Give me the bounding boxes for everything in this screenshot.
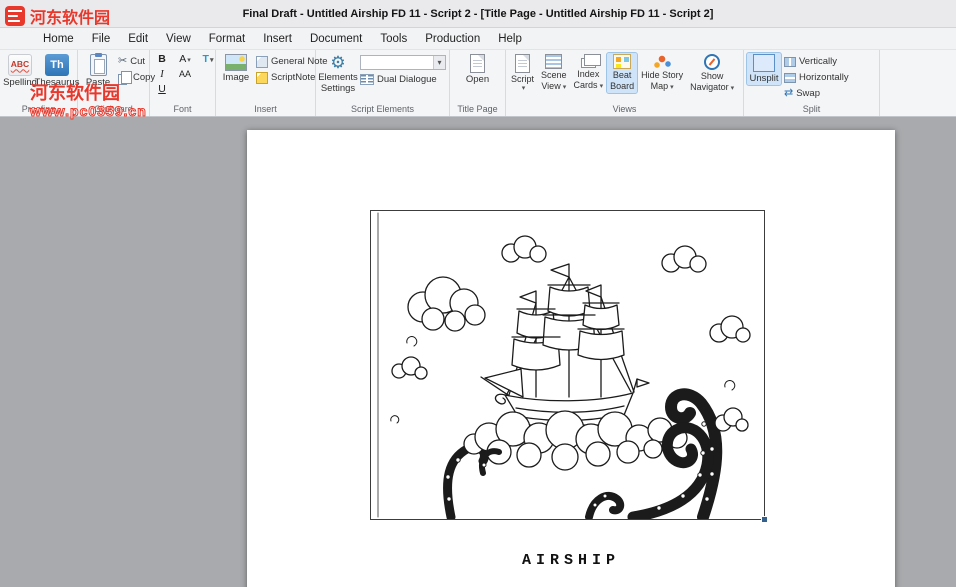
menu-production[interactable]: Production — [416, 33, 489, 45]
beat-board-button[interactable]: Beat Board — [607, 53, 637, 93]
group-label-font: Font — [150, 103, 215, 116]
menu-file[interactable]: File — [83, 33, 120, 45]
paste-icon — [90, 54, 107, 76]
script-title-text[interactable]: AIRSHIP — [247, 552, 895, 569]
font-size-button[interactable]: A — [176, 53, 194, 67]
open-title-page-button[interactable]: Open — [461, 53, 495, 86]
dropdown-arrow-icon: ▾ — [522, 85, 526, 93]
site-logo-icon — [5, 6, 25, 26]
site-name: 河东软件园 — [30, 84, 147, 104]
story-map-icon — [653, 54, 671, 69]
document-area[interactable]: AIRSHIP — [0, 117, 956, 587]
bold-button[interactable]: B — [153, 53, 171, 67]
general-note-icon — [256, 56, 268, 68]
dropdown-arrow-icon: ▾ — [731, 85, 735, 92]
menu-edit[interactable]: Edit — [119, 33, 157, 45]
group-label-title-page: Title Page — [450, 103, 505, 116]
text-color-button[interactable]: T — [199, 53, 217, 67]
menu-help[interactable]: Help — [489, 33, 531, 45]
ribbon-group-views: Script ▾ Scene View▾ Index Cards▾ Beat B… — [506, 50, 744, 116]
index-cards-icon — [581, 58, 596, 68]
hide-story-map-button[interactable]: Hide Story Map▾ — [638, 53, 686, 93]
change-case-button[interactable]: AA — [176, 68, 194, 82]
airship-illustration — [371, 211, 764, 519]
dropdown-arrow-icon: ▾ — [600, 83, 604, 90]
menu-tools[interactable]: Tools — [371, 33, 416, 45]
group-label-insert: Insert — [216, 103, 315, 116]
titlebar: Final Draft - Untitled Airship FD 11 - S… — [0, 0, 956, 28]
ribbon-group-split: Unsplit Vertically Horizontally ⇄ Swap — [744, 50, 880, 116]
unsplit-button[interactable]: Unsplit — [747, 53, 781, 85]
menubar: Home File Edit View Format Insert Docume… — [0, 28, 956, 50]
scene-view-icon — [545, 54, 562, 69]
menu-document[interactable]: Document — [301, 33, 371, 45]
split-vertical-icon — [784, 57, 796, 67]
dropdown-arrow-icon: ▾ — [670, 84, 674, 91]
split-horizontal-icon — [784, 73, 796, 83]
dual-dialogue-icon — [360, 74, 374, 85]
split-vertically-button[interactable]: Vertically — [784, 55, 849, 68]
group-label-script-elements: Script Elements — [316, 103, 449, 116]
show-navigator-button[interactable]: Show Navigator▾ — [687, 53, 737, 94]
swap-panes-button[interactable]: ⇄ Swap — [784, 87, 849, 100]
cover-image-frame[interactable] — [370, 210, 765, 520]
spelling-icon: ABC — [8, 54, 32, 76]
swap-arrows-icon: ⇄ — [784, 88, 793, 99]
resize-handle[interactable] — [761, 516, 768, 523]
image-icon — [225, 54, 247, 71]
gear-icon: ⚙ — [330, 54, 345, 71]
final-draft-window: 河东软件园 河东软件园 www.pc0359.cn Final Draft - … — [0, 0, 956, 587]
title-page[interactable]: AIRSHIP — [247, 130, 895, 587]
insert-image-button[interactable]: Image — [219, 53, 253, 84]
ribbon-group-insert: Image General Note ScriptNote Insert — [216, 50, 316, 116]
group-label-split: Split — [744, 103, 879, 116]
script-icon — [515, 54, 530, 73]
menu-view[interactable]: View — [157, 33, 200, 45]
scriptnote-icon — [256, 72, 268, 84]
window-title: Final Draft - Untitled Airship FD 11 - S… — [243, 8, 714, 20]
watermark-ribbon: 河东软件园 www.pc0359.cn — [30, 84, 147, 119]
navigator-compass-icon — [704, 54, 720, 70]
group-label-views: Views — [506, 103, 743, 116]
cut-icon: ✂ — [118, 56, 127, 67]
thesaurus-icon: Th — [45, 54, 69, 76]
dropdown-arrow-icon: ▾ — [563, 84, 567, 91]
index-cards-button[interactable]: Index Cards▾ — [571, 53, 607, 92]
script-view-button[interactable]: Script ▾ — [508, 53, 537, 94]
watermark-top: 河东软件园 — [5, 4, 110, 28]
menu-insert[interactable]: Insert — [254, 33, 301, 45]
ribbon-group-script-elements: ⚙ Elements Settings ▾ Dual Dialogue — [316, 50, 450, 116]
site-name: 河东软件园 — [30, 4, 110, 28]
dual-dialogue-button[interactable]: Dual Dialogue — [360, 73, 446, 86]
scene-view-button[interactable]: Scene View▾ — [538, 53, 570, 93]
beat-board-icon — [613, 54, 631, 69]
menu-home[interactable]: Home — [34, 33, 83, 45]
split-horizontally-button[interactable]: Horizontally — [784, 71, 849, 84]
ribbon-spacer — [880, 50, 956, 116]
underline-button[interactable]: U — [153, 83, 171, 97]
ribbon-group-font: B I U A AA T Font — [150, 50, 216, 116]
menu-format[interactable]: Format — [200, 33, 254, 45]
unsplit-pane-icon — [753, 54, 775, 72]
elements-settings-button[interactable]: ⚙ Elements Settings — [319, 53, 357, 96]
italic-button[interactable]: I — [153, 68, 171, 82]
ribbon-group-title-page: Open Title Page — [450, 50, 506, 116]
element-style-dropdown[interactable]: ▾ — [360, 55, 446, 70]
open-page-icon — [470, 54, 485, 73]
dropdown-arrow-icon[interactable]: ▾ — [433, 56, 445, 69]
site-url: www.pc0359.cn — [30, 104, 147, 119]
